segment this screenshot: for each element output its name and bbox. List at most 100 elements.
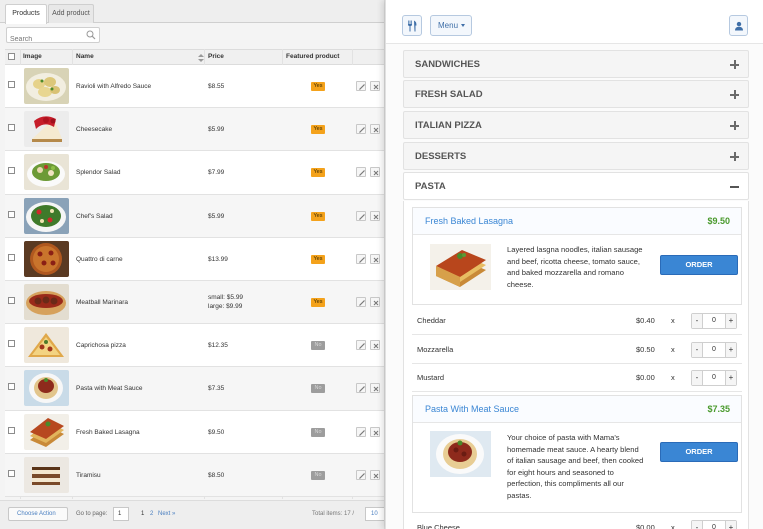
category-sandwiches[interactable]: SANDWICHES xyxy=(403,50,749,78)
edit-button[interactable] xyxy=(356,253,366,264)
featured-badge[interactable]: No xyxy=(311,384,325,394)
user-icon xyxy=(734,21,743,30)
quattro-di-carne-image xyxy=(24,240,69,277)
page-link-2[interactable]: 2 xyxy=(150,511,153,517)
delete-button[interactable] xyxy=(370,469,380,480)
search-icon[interactable] xyxy=(86,30,96,40)
edit-button[interactable] xyxy=(356,340,366,351)
table-row: Tiramisu $8.50 No xyxy=(5,453,384,497)
menu-dropdown-button[interactable]: Menu xyxy=(430,15,472,36)
edit-button[interactable] xyxy=(356,210,366,221)
menu-item-title[interactable]: Fresh Baked Lasagna xyxy=(425,208,513,235)
quantity-value[interactable]: 0 xyxy=(703,371,725,385)
menu-panel: Menu SANDWICHES FRESH SALAD ITALIAN PIZZ… xyxy=(385,0,763,529)
featured-badge[interactable]: No xyxy=(311,341,325,351)
edit-button[interactable] xyxy=(356,296,366,307)
chefs-salad-image xyxy=(24,197,69,234)
user-button[interactable] xyxy=(729,15,748,36)
quantity-value[interactable]: 0 xyxy=(703,314,725,328)
menu-item-price: $7.35 xyxy=(707,404,730,414)
featured-badge[interactable]: Yes xyxy=(311,297,325,307)
category-pasta[interactable]: PASTA xyxy=(403,172,749,200)
edit-button[interactable] xyxy=(356,383,366,394)
admin-tabs: Products Add product xyxy=(0,0,384,24)
page-link-1[interactable]: 1 xyxy=(141,511,144,517)
row-checkbox[interactable] xyxy=(8,383,15,391)
category-label: SANDWICHES xyxy=(415,59,480,70)
featured-badge[interactable]: Yes xyxy=(311,211,325,221)
search-input[interactable] xyxy=(7,32,83,47)
quantity-stepper: - 0 + xyxy=(691,370,737,386)
pasta-meat-sauce-photo xyxy=(430,431,491,477)
decrement-button[interactable]: - xyxy=(692,343,703,357)
delete-button[interactable] xyxy=(370,426,380,437)
choose-action-select[interactable]: Choose Action xyxy=(8,507,68,521)
row-checkbox[interactable] xyxy=(8,296,15,304)
category-desserts[interactable]: DESSERTS xyxy=(403,142,749,170)
decrement-button[interactable]: - xyxy=(692,314,703,328)
select-all-checkbox[interactable] xyxy=(8,53,15,60)
featured-badge[interactable]: Yes xyxy=(311,82,325,91)
increment-button[interactable]: + xyxy=(725,521,736,529)
row-checkbox[interactable] xyxy=(8,167,15,175)
edit-button[interactable] xyxy=(356,426,366,437)
featured-badge[interactable]: No xyxy=(311,427,325,437)
menu-navbar: Menu xyxy=(386,0,763,44)
order-button[interactable]: ORDER xyxy=(660,442,738,462)
row-checkbox[interactable] xyxy=(8,81,15,88)
price-large: large: $9.99 xyxy=(208,303,243,311)
column-header-name[interactable]: Name xyxy=(76,50,204,65)
next-page-link[interactable]: Next » xyxy=(158,511,175,517)
category-label: FRESH SALAD xyxy=(415,89,483,100)
category-label: DESSERTS xyxy=(415,151,467,162)
menu-item-title[interactable]: Pasta With Meat Sauce xyxy=(425,396,519,423)
admin-panel: Products Add product Image Name Price Fe… xyxy=(0,0,385,529)
featured-badge[interactable]: Yes xyxy=(311,125,325,135)
tab-products[interactable]: Products xyxy=(5,4,47,24)
table-row: Pasta with Meat Sauce $7.35 No xyxy=(5,367,384,411)
featured-badge[interactable]: Yes xyxy=(311,254,325,264)
category-italian-pizza[interactable]: ITALIAN PIZZA xyxy=(403,111,749,139)
option-price: $0.00 xyxy=(636,523,655,529)
edit-button[interactable] xyxy=(356,124,366,135)
delete-button[interactable] xyxy=(370,340,380,351)
option-row: Mustard $0.00 x - 0 + xyxy=(412,364,742,392)
items-per-page-select[interactable]: 10 xyxy=(365,507,384,521)
edit-button[interactable] xyxy=(356,81,366,91)
delete-button[interactable] xyxy=(370,253,380,264)
quantity-value[interactable]: 0 xyxy=(703,343,725,357)
table-row: Quattro di carne $13.99 Yes xyxy=(5,237,384,281)
delete-button[interactable] xyxy=(370,81,380,91)
delete-button[interactable] xyxy=(370,296,380,307)
pencil-icon xyxy=(359,300,365,306)
quantity-value[interactable]: 0 xyxy=(703,521,725,529)
increment-button[interactable]: + xyxy=(725,343,736,357)
row-checkbox[interactable] xyxy=(8,124,15,132)
pencil-icon xyxy=(359,256,365,263)
edit-button[interactable] xyxy=(356,469,366,480)
category-fresh-salad[interactable]: FRESH SALAD xyxy=(403,80,749,108)
featured-badge[interactable]: Yes xyxy=(311,168,325,178)
menu-item-header: Fresh Baked Lasagna $9.50 xyxy=(413,208,741,235)
increment-button[interactable]: + xyxy=(725,314,736,328)
row-checkbox[interactable] xyxy=(8,340,15,348)
row-checkbox[interactable] xyxy=(8,210,15,218)
row-checkbox[interactable] xyxy=(8,426,15,434)
row-checkbox[interactable] xyxy=(8,469,15,477)
restaurant-button[interactable] xyxy=(402,15,422,36)
featured-badge[interactable]: No xyxy=(311,470,325,480)
delete-button[interactable] xyxy=(370,383,380,394)
delete-button[interactable] xyxy=(370,124,380,135)
close-icon xyxy=(373,430,379,435)
decrement-button[interactable]: - xyxy=(692,371,703,385)
tab-add-product[interactable]: Add product xyxy=(48,4,94,23)
edit-button[interactable] xyxy=(356,167,366,178)
decrement-button[interactable]: - xyxy=(692,521,703,529)
product-name: Quattro di carne xyxy=(76,255,123,263)
delete-button[interactable] xyxy=(370,210,380,221)
row-checkbox[interactable] xyxy=(8,253,15,261)
goto-page-input[interactable]: 1 xyxy=(113,507,129,521)
order-button[interactable]: ORDER xyxy=(660,255,738,275)
delete-button[interactable] xyxy=(370,167,380,178)
increment-button[interactable]: + xyxy=(725,371,736,385)
